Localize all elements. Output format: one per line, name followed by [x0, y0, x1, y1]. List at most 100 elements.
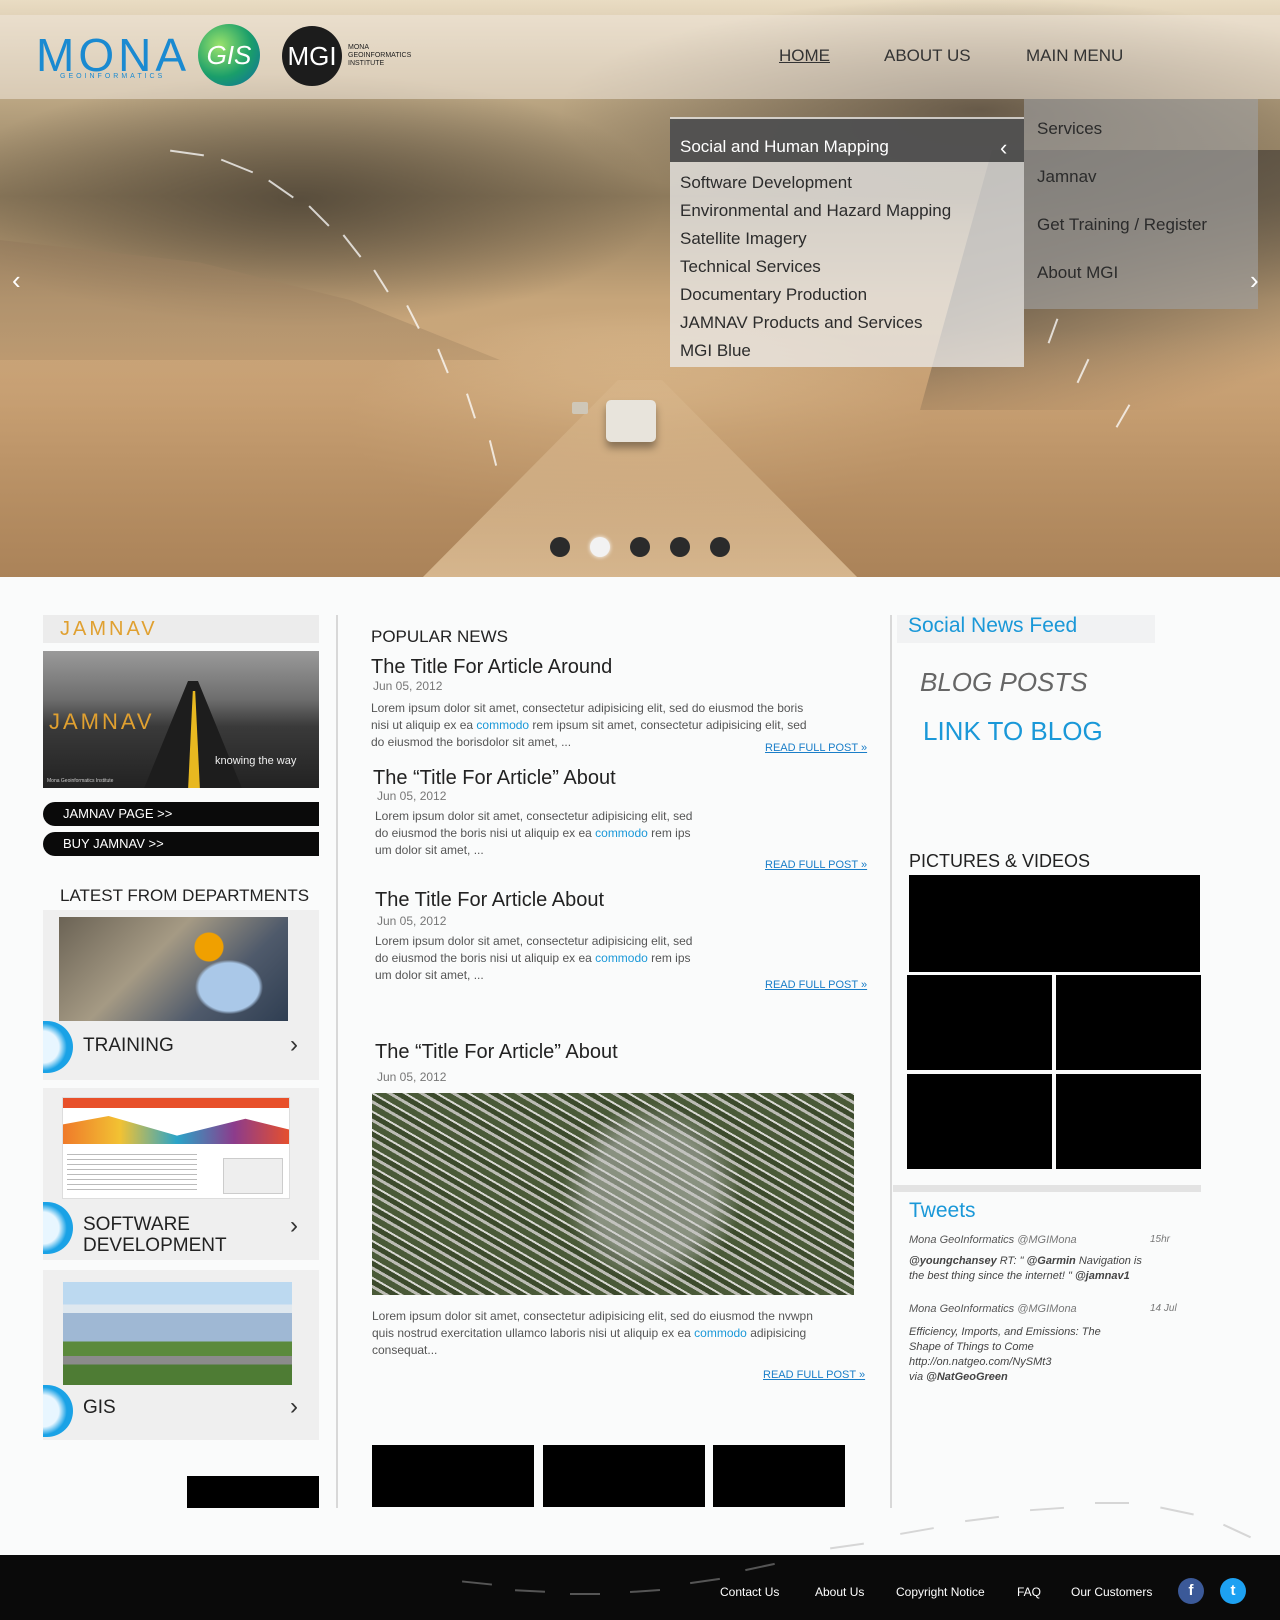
picture-thumbnail-2[interactable]: [1056, 975, 1201, 1070]
jamnav-logo[interactable]: JAMNAV: [60, 618, 158, 641]
article-4-commodo-link[interactable]: commodo: [694, 1326, 747, 1340]
buy-jamnav-button[interactable]: BUY JAMNAV >>: [43, 832, 319, 856]
footer-faq[interactable]: FAQ: [1017, 1585, 1041, 1599]
tweet-1-author[interactable]: Mona GeoInformatics @MGIMona: [909, 1234, 1077, 1246]
mgi-logo[interactable]: MGI: [282, 26, 342, 86]
article-1-body-line2b: rem ipsum sit amet, consectetur adipisic…: [529, 718, 807, 732]
menu-jamnav-products[interactable]: JAMNAV Products and Services: [680, 313, 923, 333]
jamnav-banner-image[interactable]: JAMNAV knowing the way Mona Geoinformati…: [43, 651, 319, 788]
article-2-title[interactable]: The “Title For Article” About: [373, 767, 616, 790]
article-2-commodo-link[interactable]: commodo: [595, 826, 648, 840]
left-placeholder-block: [187, 1476, 319, 1508]
menu-social-human-mapping[interactable]: Social and Human Mapping: [680, 137, 889, 157]
nav-about-us[interactable]: ABOUT US: [884, 46, 971, 66]
footer-about-us[interactable]: About Us: [815, 1585, 864, 1599]
slider-dot-4[interactable]: [670, 537, 690, 557]
article-4-title[interactable]: The “Title For Article” About: [375, 1041, 618, 1064]
slider-dot-3[interactable]: [630, 537, 650, 557]
tweet-2-author[interactable]: Mona GeoInformatics @MGIMona: [909, 1303, 1077, 1315]
tweets-title: Tweets: [909, 1199, 976, 1222]
dept-label-gis[interactable]: GIS: [83, 1397, 116, 1418]
tweet-1-handle[interactable]: @MGIMona: [1017, 1234, 1076, 1246]
menu-mgi-blue[interactable]: MGI Blue: [680, 341, 751, 361]
tweet-1-mention-youngchansey[interactable]: @youngchansey: [909, 1255, 997, 1267]
arc-dash: [900, 1527, 934, 1535]
tweet-2-mention-natgeogreen[interactable]: @NatGeoGreen: [926, 1371, 1008, 1383]
mona-logo[interactable]: MONA: [36, 32, 190, 78]
menu-jamnav[interactable]: Jamnav: [1037, 167, 1097, 187]
jamnav-tagline: knowing the way: [215, 755, 297, 767]
arc-dash: [1029, 1506, 1065, 1512]
tweet-2-handle[interactable]: @MGIMona: [1017, 1303, 1076, 1315]
picture-thumbnail-1[interactable]: [907, 975, 1052, 1070]
center-placeholder-block-1[interactable]: [372, 1445, 534, 1507]
dept-label-training[interactable]: TRAINING: [83, 1035, 174, 1056]
nav-home[interactable]: HOME: [779, 46, 830, 66]
menu-about-mgi[interactable]: About MGI: [1037, 263, 1118, 283]
article-1-commodo-link[interactable]: commodo: [476, 718, 529, 732]
chevron-right-icon[interactable]: ›: [290, 1393, 298, 1421]
menu-software-development[interactable]: Software Development: [680, 173, 852, 193]
slider-next-icon[interactable]: ›: [1250, 265, 1259, 296]
software-image-text: [67, 1154, 197, 1194]
slider-dot-1[interactable]: [550, 537, 570, 557]
article-3-body-line1: Lorem ipsum dolor sit amet, consectetur …: [375, 934, 693, 948]
jamnav-page-button[interactable]: JAMNAV PAGE >>: [43, 802, 319, 826]
footer-contact-us[interactable]: Contact Us: [720, 1585, 779, 1599]
gis-logo[interactable]: GIS: [198, 24, 260, 86]
tweet-2-line1: Efficiency, Imports, and Emissions: The: [909, 1326, 1101, 1338]
center-placeholder-block-3[interactable]: [713, 1445, 845, 1507]
tweet-1-mention-jamnav1[interactable]: @jamnav1: [1075, 1270, 1130, 1282]
article-4-body-line3: consequat...: [372, 1343, 438, 1357]
article-3-read-more[interactable]: READ FULL POST »: [765, 979, 867, 991]
article-3-title[interactable]: The Title For Article About: [375, 889, 604, 912]
footer-our-customers[interactable]: Our Customers: [1071, 1585, 1152, 1599]
footer-copyright-notice[interactable]: Copyright Notice: [896, 1585, 985, 1599]
article-1-read-more[interactable]: READ FULL POST »: [765, 742, 867, 754]
menu-satellite-imagery[interactable]: Satellite Imagery: [680, 229, 807, 249]
article-1-title[interactable]: The Title For Article Around: [371, 656, 612, 679]
slider-prev-icon[interactable]: ‹: [12, 265, 21, 296]
picture-thumbnail-3[interactable]: [907, 1074, 1052, 1169]
article-4-body-line1: Lorem ipsum dolor sit amet, consectetur …: [372, 1309, 813, 1323]
chevron-right-icon[interactable]: ›: [290, 1031, 298, 1059]
tweet-1-text-a: RT: ": [996, 1255, 1027, 1267]
tweet-2-line4: via @NatGeoGreen: [909, 1370, 1199, 1385]
tweet-2-link[interactable]: http://on.natgeo.com/NySMt3: [909, 1355, 1199, 1370]
link-to-blog[interactable]: LINK TO BLOG: [923, 716, 1103, 747]
hero-vehicle: [606, 400, 656, 442]
menu-get-training-register[interactable]: Get Training / Register: [1037, 215, 1207, 235]
menu-environmental-hazard-mapping[interactable]: Environmental and Hazard Mapping: [680, 201, 951, 221]
nav-main-menu[interactable]: MAIN MENU: [1026, 46, 1123, 66]
dept-label-software-development[interactable]: SOFTWARE DEVELOPMENT: [83, 1214, 233, 1256]
arc-dash: [965, 1515, 999, 1523]
center-placeholder-block-2[interactable]: [543, 1445, 705, 1507]
picture-thumbnail-4[interactable]: [1056, 1074, 1201, 1169]
tweet-1-text-c: the best thing since the internet! ": [909, 1270, 1075, 1282]
tweet-1-line2: the best thing since the internet! " @ja…: [909, 1269, 1199, 1284]
article-4-read-more[interactable]: READ FULL POST »: [763, 1369, 865, 1381]
tweet-2-line2: Shape of Things to Come: [909, 1341, 1034, 1353]
software-image-panel: [223, 1158, 283, 1194]
menu-documentary-production[interactable]: Documentary Production: [680, 285, 867, 305]
menu-services[interactable]: Services: [1037, 119, 1102, 139]
software-image-bar: [63, 1098, 289, 1108]
software-image-wave: [63, 1116, 289, 1144]
training-image: [59, 917, 288, 1021]
popular-news-title: POPULAR NEWS: [371, 627, 508, 646]
video-thumbnail-main[interactable]: [909, 875, 1200, 972]
tweet-2-time: 14 Jul: [1150, 1303, 1177, 1314]
chevron-left-icon[interactable]: ‹: [1000, 135, 1007, 161]
slider-dot-5[interactable]: [710, 537, 730, 557]
article-4-aerial-image[interactable]: [372, 1093, 854, 1295]
article-3-commodo-link[interactable]: commodo: [595, 951, 648, 965]
article-3-body: Lorem ipsum dolor sit amet, consectetur …: [375, 933, 745, 984]
facebook-icon[interactable]: f: [1178, 1578, 1204, 1604]
chevron-right-icon[interactable]: ›: [290, 1212, 298, 1240]
slider-dot-2[interactable]: [590, 537, 610, 557]
article-2-read-more[interactable]: READ FULL POST »: [765, 859, 867, 871]
tweet-1-mention-garmin[interactable]: @Garmin: [1027, 1255, 1076, 1267]
arc-dash: [1222, 1523, 1252, 1539]
twitter-icon[interactable]: t: [1220, 1578, 1246, 1604]
menu-technical-services[interactable]: Technical Services: [680, 257, 821, 277]
